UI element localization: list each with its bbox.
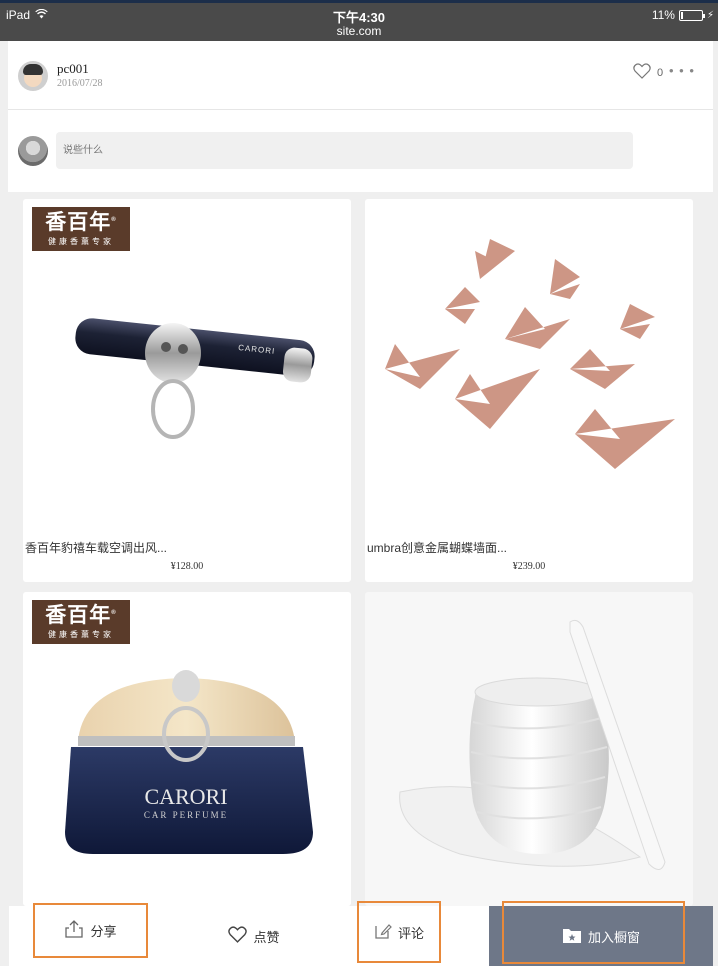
product-card[interactable] [365, 592, 693, 906]
bottom-action-bar: 分享 点赞 评论 加入橱窗 [9, 901, 713, 966]
svg-text:CAR PERFUME: CAR PERFUME [144, 810, 228, 820]
share-button[interactable]: 分享 [33, 903, 148, 958]
edit-icon [374, 922, 392, 943]
current-user-avatar [18, 136, 48, 166]
status-bar: iPad 下午4:30 site.com 11% ⚡ [0, 0, 718, 41]
product-image [399, 619, 666, 870]
post-date: 2016/07/28 [57, 78, 103, 89]
product-card[interactable]: 香百年® 健康香薰专家 CARORI CAR PERFUME [23, 592, 351, 906]
comment-label: 评论 [397, 925, 424, 941]
highlight-frame [502, 901, 685, 964]
share-label: 分享 [90, 924, 117, 939]
post-card: pc001 2016/07/28 0 • • • [8, 41, 713, 192]
battery-percent: 11% [651, 8, 675, 22]
heart-icon [633, 63, 651, 82]
product-card[interactable]: 香百年® 健康香薰专家 CARORI 香百年豹禧车载空调出风... ¥128.0… [23, 199, 351, 582]
product-price: ¥239.00 [512, 561, 546, 572]
comment-input[interactable] [56, 132, 633, 169]
product-price: ¥128.00 [170, 561, 204, 572]
product-title: umbra创意金属蝴蝶墙面... [367, 541, 508, 555]
status-right: 11% ⚡ [652, 8, 714, 22]
product-card[interactable]: umbra创意金属蝴蝶墙面... ¥239.00 [365, 199, 693, 582]
like-label: 点赞 [253, 929, 280, 945]
product-title: 香百年豹禧车载空调出风... [25, 541, 168, 555]
more-icon[interactable]: • • • [669, 63, 695, 78]
avatar[interactable] [18, 61, 48, 91]
like-toggle[interactable]: 0 [633, 63, 663, 82]
like-button[interactable]: 点赞 [199, 906, 309, 966]
product-image: CARORI CAR PERFUME [65, 670, 313, 854]
svg-text:CARORI: CARORI [144, 784, 227, 809]
charging-icon: ⚡ [706, 9, 714, 21]
product-image: CARORI [75, 318, 315, 439]
battery-icon [678, 9, 705, 21]
product-image [385, 239, 675, 469]
heart-icon [228, 926, 248, 946]
divider [8, 109, 713, 110]
share-icon [64, 919, 84, 942]
like-count: 0 [657, 66, 664, 79]
address-url[interactable]: site.com [0, 24, 718, 38]
user-name[interactable]: pc001 [57, 61, 89, 77]
comment-button[interactable]: 评论 [357, 901, 441, 963]
